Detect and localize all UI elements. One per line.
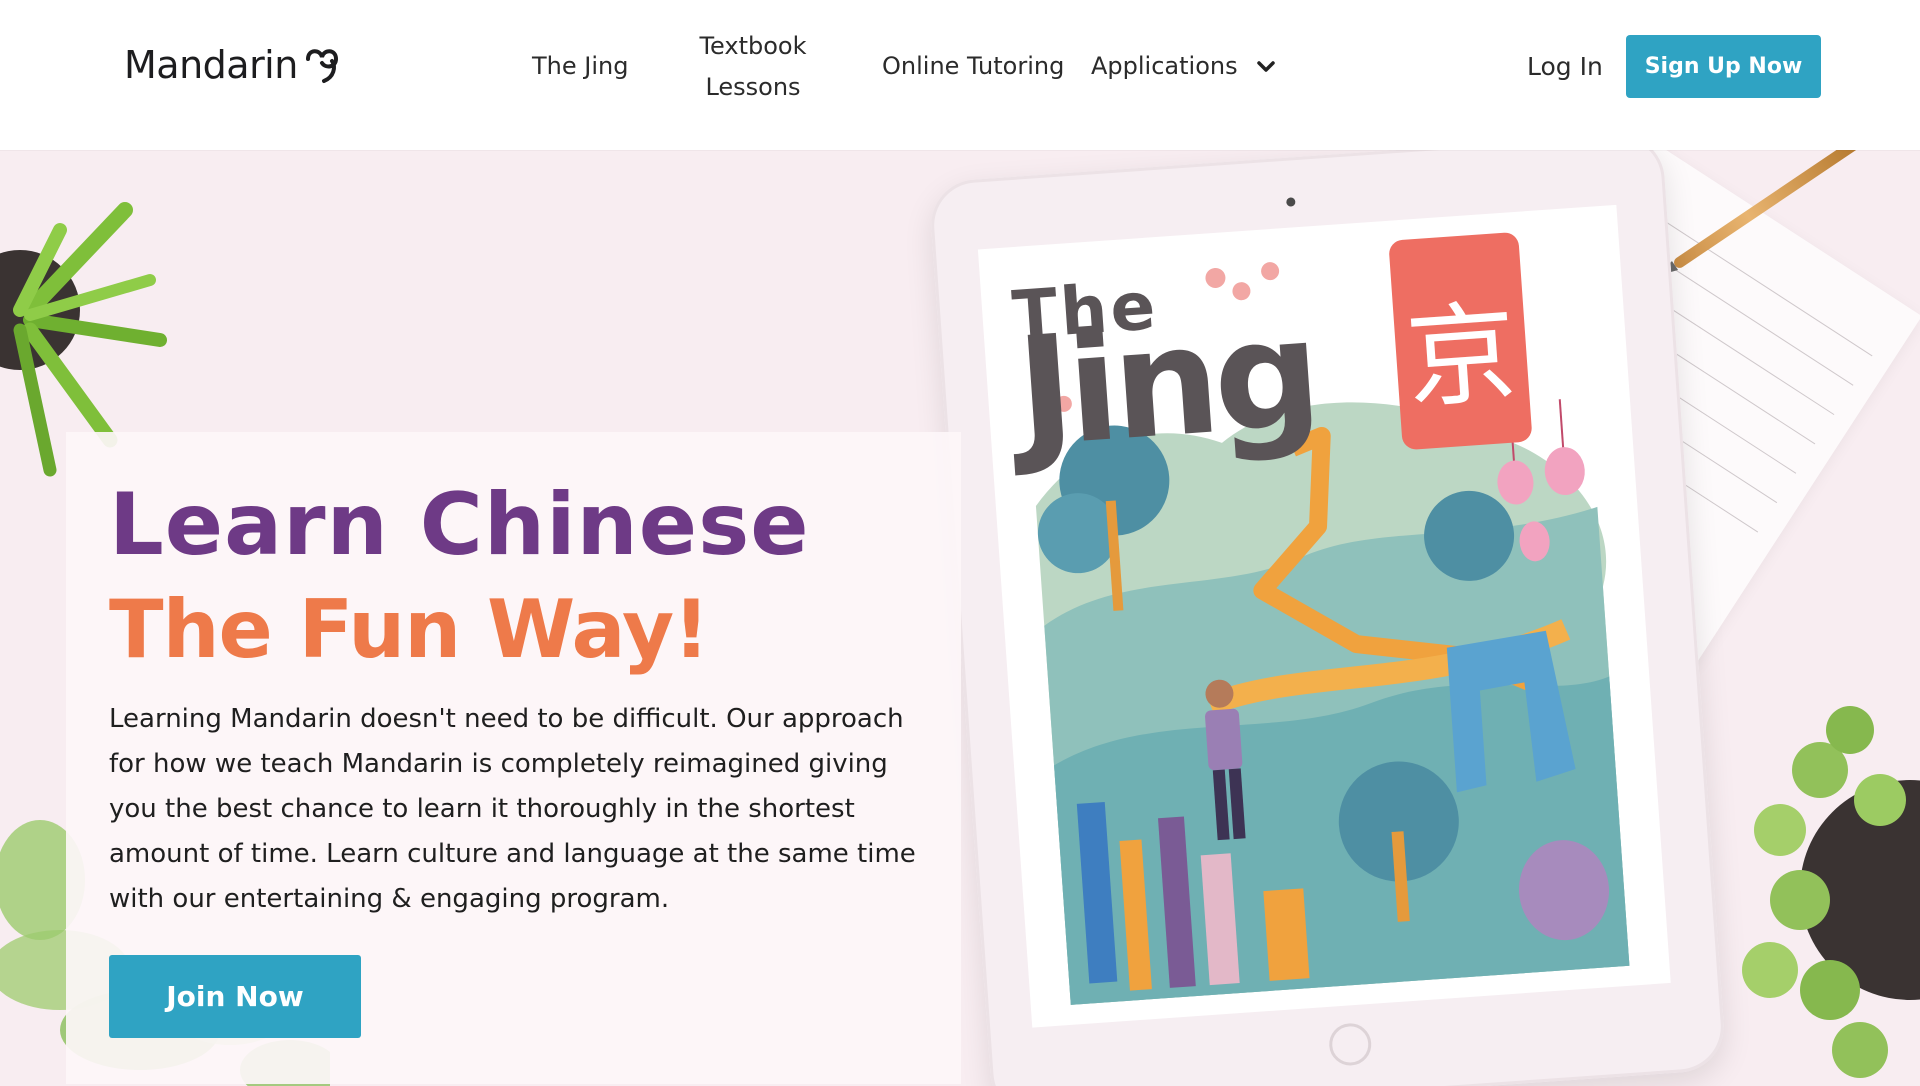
sign-up-button[interactable]: Sign Up Now (1626, 35, 1821, 98)
hero-headline: Learn Chinese (109, 475, 810, 575)
nav-textbook-line1: Textbook (699, 32, 807, 60)
tablet-home-button (1327, 1022, 1373, 1067)
cover-title-jing: Jing (1011, 286, 1321, 481)
plant-right (1742, 706, 1920, 1078)
logo[interactable]: Mandarin (124, 40, 346, 90)
chevron-down-icon (1256, 60, 1275, 72)
hero-subheadline: The Fun Way! (109, 583, 710, 676)
logo-text: Mandarin (124, 43, 298, 87)
join-now-button[interactable]: Join Now (109, 955, 361, 1038)
tablet-mockup: The Jing 京 (928, 150, 1727, 1086)
nav-online-tutoring[interactable]: Online Tutoring (882, 46, 1064, 87)
login-link[interactable]: Log In (1527, 46, 1603, 87)
nav-applications[interactable]: Applications (1091, 46, 1276, 87)
seal-glyph: 京 (1402, 288, 1521, 424)
hero-description: Learning Mandarin doesn't need to be dif… (109, 704, 916, 914)
nav-textbook-line2: Lessons (705, 73, 801, 101)
book-cover: The Jing 京 (977, 204, 1671, 1028)
heart-swirl-icon (305, 49, 338, 83)
site-header: Mandarin The Jing Textbook Lessons Onlin… (0, 0, 1920, 150)
nav-applications-label: Applications (1091, 52, 1238, 80)
nav-the-jing[interactable]: The Jing (532, 46, 628, 87)
jing-seal: 京 (1388, 231, 1533, 451)
tablet-camera (1286, 197, 1296, 207)
nav-textbook-lessons[interactable]: Textbook Lessons (690, 26, 816, 108)
